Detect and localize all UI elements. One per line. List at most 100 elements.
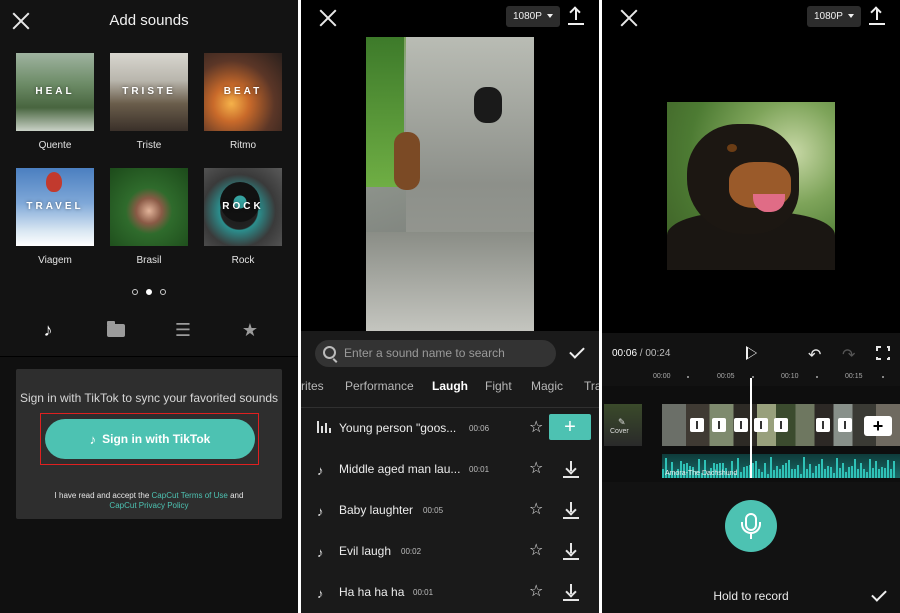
close-icon[interactable] [318, 8, 338, 28]
cover-label: Cover [610, 428, 629, 435]
sound-row[interactable]: ♪ Evil laugh 00:02 ☆ [301, 531, 599, 571]
transition-marker[interactable] [838, 418, 852, 432]
download-icon[interactable] [563, 543, 579, 561]
signin-button-label: Sign in with TikTok [102, 432, 211, 446]
tile-label-rock: Rock [231, 255, 255, 266]
waveform-bar [872, 467, 874, 478]
tab-category[interactable]: Performance [345, 379, 414, 393]
transition-marker[interactable] [774, 418, 788, 432]
waveform-bar [788, 459, 790, 478]
sound-row[interactable]: ♪ Baby laughter 00:05 ☆ [301, 490, 599, 530]
waveform-bar [860, 463, 862, 478]
waveform-bar [824, 469, 826, 478]
download-icon[interactable] [563, 502, 579, 520]
privacy-link[interactable]: CapCut Privacy Policy [109, 501, 188, 510]
favorite-star-icon[interactable]: ☆ [529, 502, 543, 518]
page-indicator [0, 282, 298, 300]
waveform-bar [818, 464, 820, 478]
sound-duration: 00:05 [423, 506, 444, 515]
microphone-icon-stem [750, 534, 752, 539]
signin-tiktok-button[interactable]: ♪ Sign in with TikTok [45, 419, 255, 459]
record-button[interactable] [725, 500, 777, 552]
transition-marker[interactable] [754, 418, 768, 432]
tab-category[interactable]: rites [301, 379, 324, 393]
waveform-bar [869, 459, 871, 478]
equalizer-icon [317, 421, 331, 433]
tab-category[interactable]: Magic [531, 379, 563, 393]
waveform-bar [833, 473, 835, 478]
waveform-bar [881, 466, 883, 478]
playlist-tile-brasil[interactable] [110, 168, 188, 246]
transition-marker[interactable] [712, 418, 726, 432]
resolution-dropdown[interactable]: 1080P [506, 6, 560, 27]
transition-marker[interactable] [816, 418, 830, 432]
source-tabs: ♪ ☰ ★ [0, 318, 298, 342]
waveform-bar [845, 472, 847, 478]
redo-icon[interactable]: ↷ [842, 345, 855, 365]
close-icon[interactable] [619, 8, 639, 28]
search-placeholder: Enter a sound name to search [344, 346, 505, 360]
transition-marker[interactable] [734, 418, 748, 432]
waveform-bar [785, 463, 787, 478]
page-dot-active[interactable] [146, 289, 152, 295]
waveform-bar [764, 462, 766, 478]
page-dot[interactable] [132, 289, 138, 295]
download-icon[interactable] [563, 461, 579, 479]
page-dot[interactable] [160, 289, 166, 295]
playlist-tile-rock[interactable]: ROCK [204, 168, 282, 246]
confirm-check-icon[interactable] [569, 343, 585, 359]
export-icon[interactable] [568, 8, 584, 26]
waveform-bar [851, 465, 853, 478]
tab-category-active[interactable]: Laugh [432, 379, 468, 393]
tab-category[interactable]: Fight [485, 379, 512, 393]
tile-word: TRAVEL [26, 201, 84, 212]
video-preview[interactable] [667, 102, 835, 270]
tile-word: BEAT [223, 86, 263, 97]
fullscreen-icon[interactable] [875, 345, 891, 361]
favorite-star-icon[interactable]: ☆ [529, 584, 543, 600]
waveform-bar [884, 467, 886, 478]
add-sound-button[interactable]: + [549, 414, 591, 440]
legal-text: I have read and accept the CapCut Terms … [16, 491, 282, 511]
terms-link[interactable]: CapCut Terms of Use [152, 491, 228, 500]
playhead[interactable] [750, 378, 752, 478]
resolution-dropdown[interactable]: 1080P [807, 6, 861, 27]
chevron-down-icon [847, 14, 854, 19]
resolution-value: 1080P [814, 11, 843, 22]
add-clip-button[interactable]: + [864, 416, 892, 436]
tile-word: TRISTE [122, 86, 176, 97]
favorite-star-icon[interactable]: ☆ [529, 543, 543, 559]
favorite-star-icon[interactable]: ☆ [529, 420, 543, 436]
playlist-tile-ritmo[interactable]: BEAT [204, 53, 282, 131]
sound-row[interactable]: ♪ Ha ha ha ha 00:01 ☆ [301, 572, 599, 612]
folder-icon[interactable] [104, 318, 128, 342]
legal-and: and [230, 491, 244, 500]
favorites-list-icon[interactable]: ☰ [171, 318, 195, 342]
star-icon[interactable]: ★ [238, 318, 262, 342]
signin-card: Sign in with TikTok to sync your favorit… [16, 369, 282, 519]
category-tabs: rites Performance Laugh Fight Magic Tra [301, 376, 599, 398]
export-icon[interactable] [869, 8, 885, 26]
playlist-tile-triste[interactable]: TRISTE [110, 53, 188, 131]
sound-row[interactable]: ♪ Middle aged man lau... 00:01 ☆ [301, 449, 599, 489]
cover-thumbnail[interactable]: ✎ Cover [604, 404, 642, 446]
search-input[interactable]: Enter a sound name to search [315, 340, 556, 367]
sound-name: Evil laugh [339, 544, 392, 558]
sound-row[interactable]: Young person "goos... 00:06 ☆ + [301, 408, 599, 448]
waveform-bar [770, 457, 772, 478]
tab-category[interactable]: Tra [584, 379, 599, 393]
waveform-bar [812, 472, 814, 478]
favorite-star-icon[interactable]: ☆ [529, 461, 543, 477]
sound-name: Young person "goos... [339, 421, 457, 435]
playlist-tile-quente[interactable]: HEAL [16, 53, 94, 131]
tile-label-triste: Triste [136, 140, 162, 151]
transition-marker[interactable] [690, 418, 704, 432]
sound-name: Middle aged man lau... [339, 462, 461, 476]
undo-icon[interactable]: ↶ [808, 345, 821, 365]
download-icon[interactable] [563, 584, 579, 602]
video-preview[interactable] [366, 37, 534, 331]
play-icon[interactable] [746, 346, 757, 360]
playlist-tile-viagem[interactable]: TRAVEL [16, 168, 94, 246]
tiktok-icon[interactable]: ♪ [36, 318, 60, 342]
waveform-bar [782, 465, 784, 478]
